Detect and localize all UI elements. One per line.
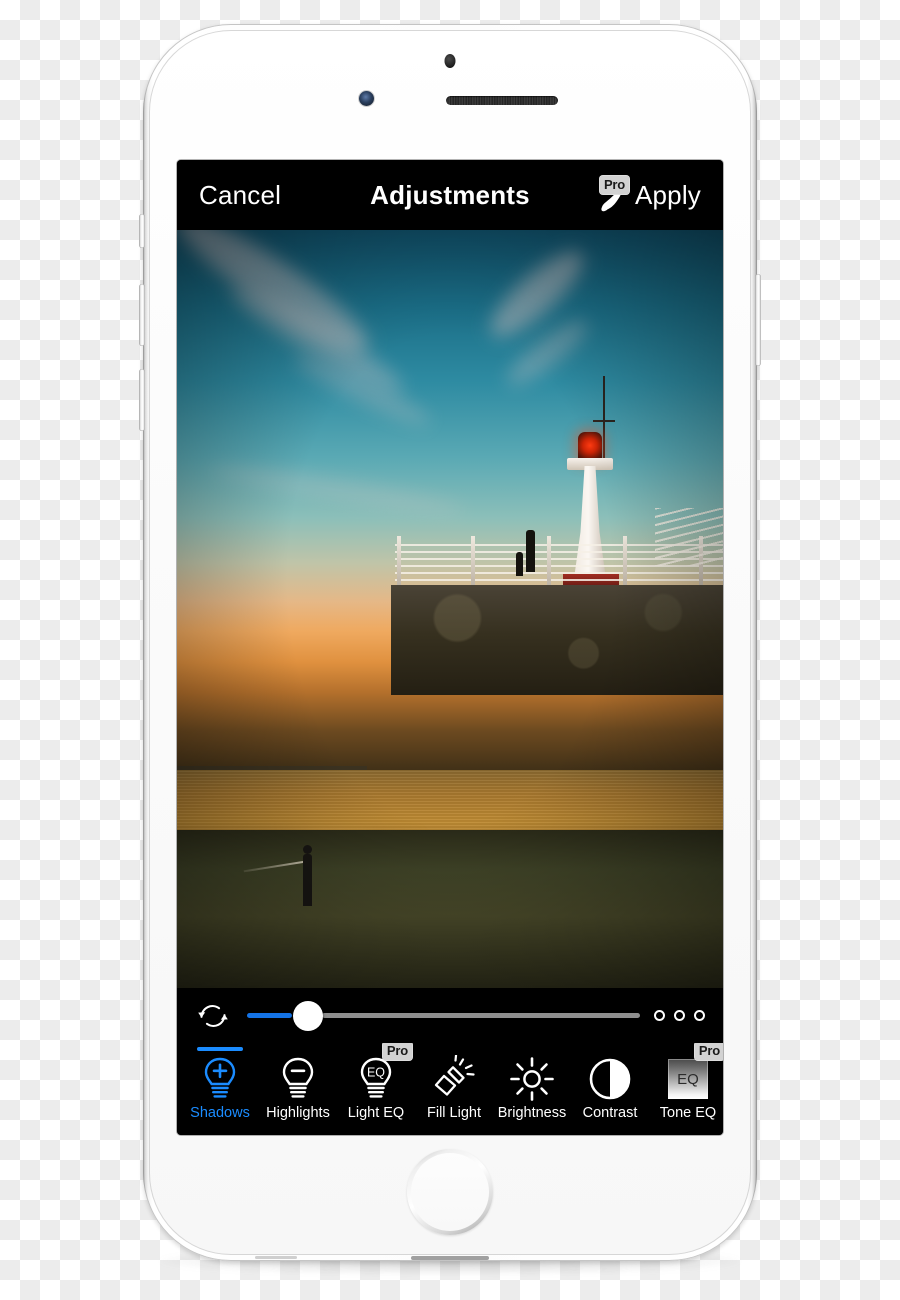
front-camera-icon bbox=[359, 91, 374, 106]
photo-preview[interactable] bbox=[177, 230, 723, 988]
pro-badge: Pro bbox=[381, 1043, 413, 1061]
tool-label: Brightness bbox=[497, 1105, 567, 1121]
adjustment-toolbar: Shadows Highlights Pro EQ Light EQ Fill … bbox=[177, 1043, 723, 1135]
power-button[interactable] bbox=[755, 274, 761, 366]
pier-wall bbox=[391, 585, 723, 695]
dot-icon bbox=[694, 1010, 705, 1021]
home-button[interactable] bbox=[407, 1149, 493, 1235]
person-silhouette bbox=[526, 530, 535, 572]
phone-screen: Cancel Adjustments Pro Apply Shadows Hig… bbox=[177, 160, 723, 1135]
gradient-eq-icon: EQ bbox=[668, 1054, 708, 1104]
selection-indicator bbox=[197, 1047, 243, 1051]
lighthouse-mast bbox=[603, 376, 605, 468]
fisherman-silhouette bbox=[303, 854, 312, 906]
bulb-eq-icon: EQ bbox=[356, 1054, 396, 1104]
bulb-plus-icon bbox=[200, 1054, 240, 1104]
tool-label: Fill Light bbox=[427, 1105, 481, 1121]
screenshot-canvas: Cancel Adjustments Pro Apply Shadows Hig… bbox=[0, 0, 900, 1300]
volume-down-button[interactable] bbox=[139, 369, 145, 431]
reset-circular-arrows-icon[interactable] bbox=[193, 997, 233, 1035]
railing-post bbox=[471, 536, 475, 592]
flashlight-icon bbox=[431, 1054, 477, 1104]
pro-badge: Pro bbox=[598, 175, 631, 195]
paintbrush-icon-wrap: Pro bbox=[595, 175, 631, 213]
adjustment-slider[interactable] bbox=[247, 1000, 640, 1031]
earpiece-speaker bbox=[446, 96, 558, 105]
railing-post bbox=[397, 536, 401, 592]
pier-railing-right bbox=[655, 508, 723, 566]
apply-label: Apply bbox=[634, 179, 701, 210]
apply-button[interactable]: Pro Apply bbox=[595, 175, 701, 213]
fisherman-head bbox=[303, 845, 312, 854]
tool-label: Tone EQ bbox=[659, 1105, 717, 1121]
bulb-minus-icon bbox=[278, 1054, 318, 1104]
tool-highlights[interactable]: Highlights bbox=[259, 1043, 337, 1135]
app-navbar: Cancel Adjustments Pro Apply bbox=[177, 160, 723, 230]
slider-knob[interactable] bbox=[293, 1000, 323, 1031]
tool-label: Highlights bbox=[266, 1105, 330, 1121]
tool-light-eq[interactable]: Pro EQ Light EQ bbox=[337, 1043, 415, 1135]
sun-icon bbox=[509, 1054, 555, 1104]
pro-badge: Pro bbox=[693, 1043, 723, 1061]
rocky-shore bbox=[177, 830, 723, 988]
half-circle-icon bbox=[588, 1054, 632, 1104]
gradient-eq-swatch: EQ bbox=[668, 1059, 708, 1099]
proximity-sensor-icon bbox=[444, 54, 456, 68]
dot-icon bbox=[674, 1010, 685, 1021]
antenna-line bbox=[255, 1256, 297, 1259]
tool-label: Shadows bbox=[190, 1105, 250, 1121]
lightning-port bbox=[411, 1256, 489, 1260]
more-options-button[interactable] bbox=[654, 1010, 707, 1021]
tool-contrast[interactable]: Contrast bbox=[571, 1043, 649, 1135]
cancel-button[interactable]: Cancel bbox=[199, 180, 281, 211]
person-silhouette bbox=[516, 552, 523, 576]
railing-post bbox=[547, 536, 551, 592]
svg-text:EQ: EQ bbox=[367, 1066, 385, 1080]
slider-filled-track bbox=[247, 1013, 292, 1018]
adjustment-slider-row bbox=[177, 988, 723, 1043]
tool-label: Contrast bbox=[582, 1105, 638, 1121]
tool-label: Light EQ bbox=[347, 1105, 405, 1121]
tool-brightness[interactable]: Brightness bbox=[493, 1043, 571, 1135]
mute-switch[interactable] bbox=[139, 214, 145, 248]
slider-remaining-track bbox=[322, 1013, 640, 1018]
lighthouse-crossarm bbox=[593, 420, 615, 422]
tool-tone-eq[interactable]: Pro EQ Tone EQ bbox=[649, 1043, 723, 1135]
dot-icon bbox=[654, 1010, 665, 1021]
iphone-device: Cancel Adjustments Pro Apply Shadows Hig… bbox=[139, 24, 761, 1261]
tool-fill-light[interactable]: Fill Light bbox=[415, 1043, 493, 1135]
tool-shadows[interactable]: Shadows bbox=[181, 1043, 259, 1135]
railing-post bbox=[623, 536, 627, 592]
volume-up-button[interactable] bbox=[139, 284, 145, 346]
